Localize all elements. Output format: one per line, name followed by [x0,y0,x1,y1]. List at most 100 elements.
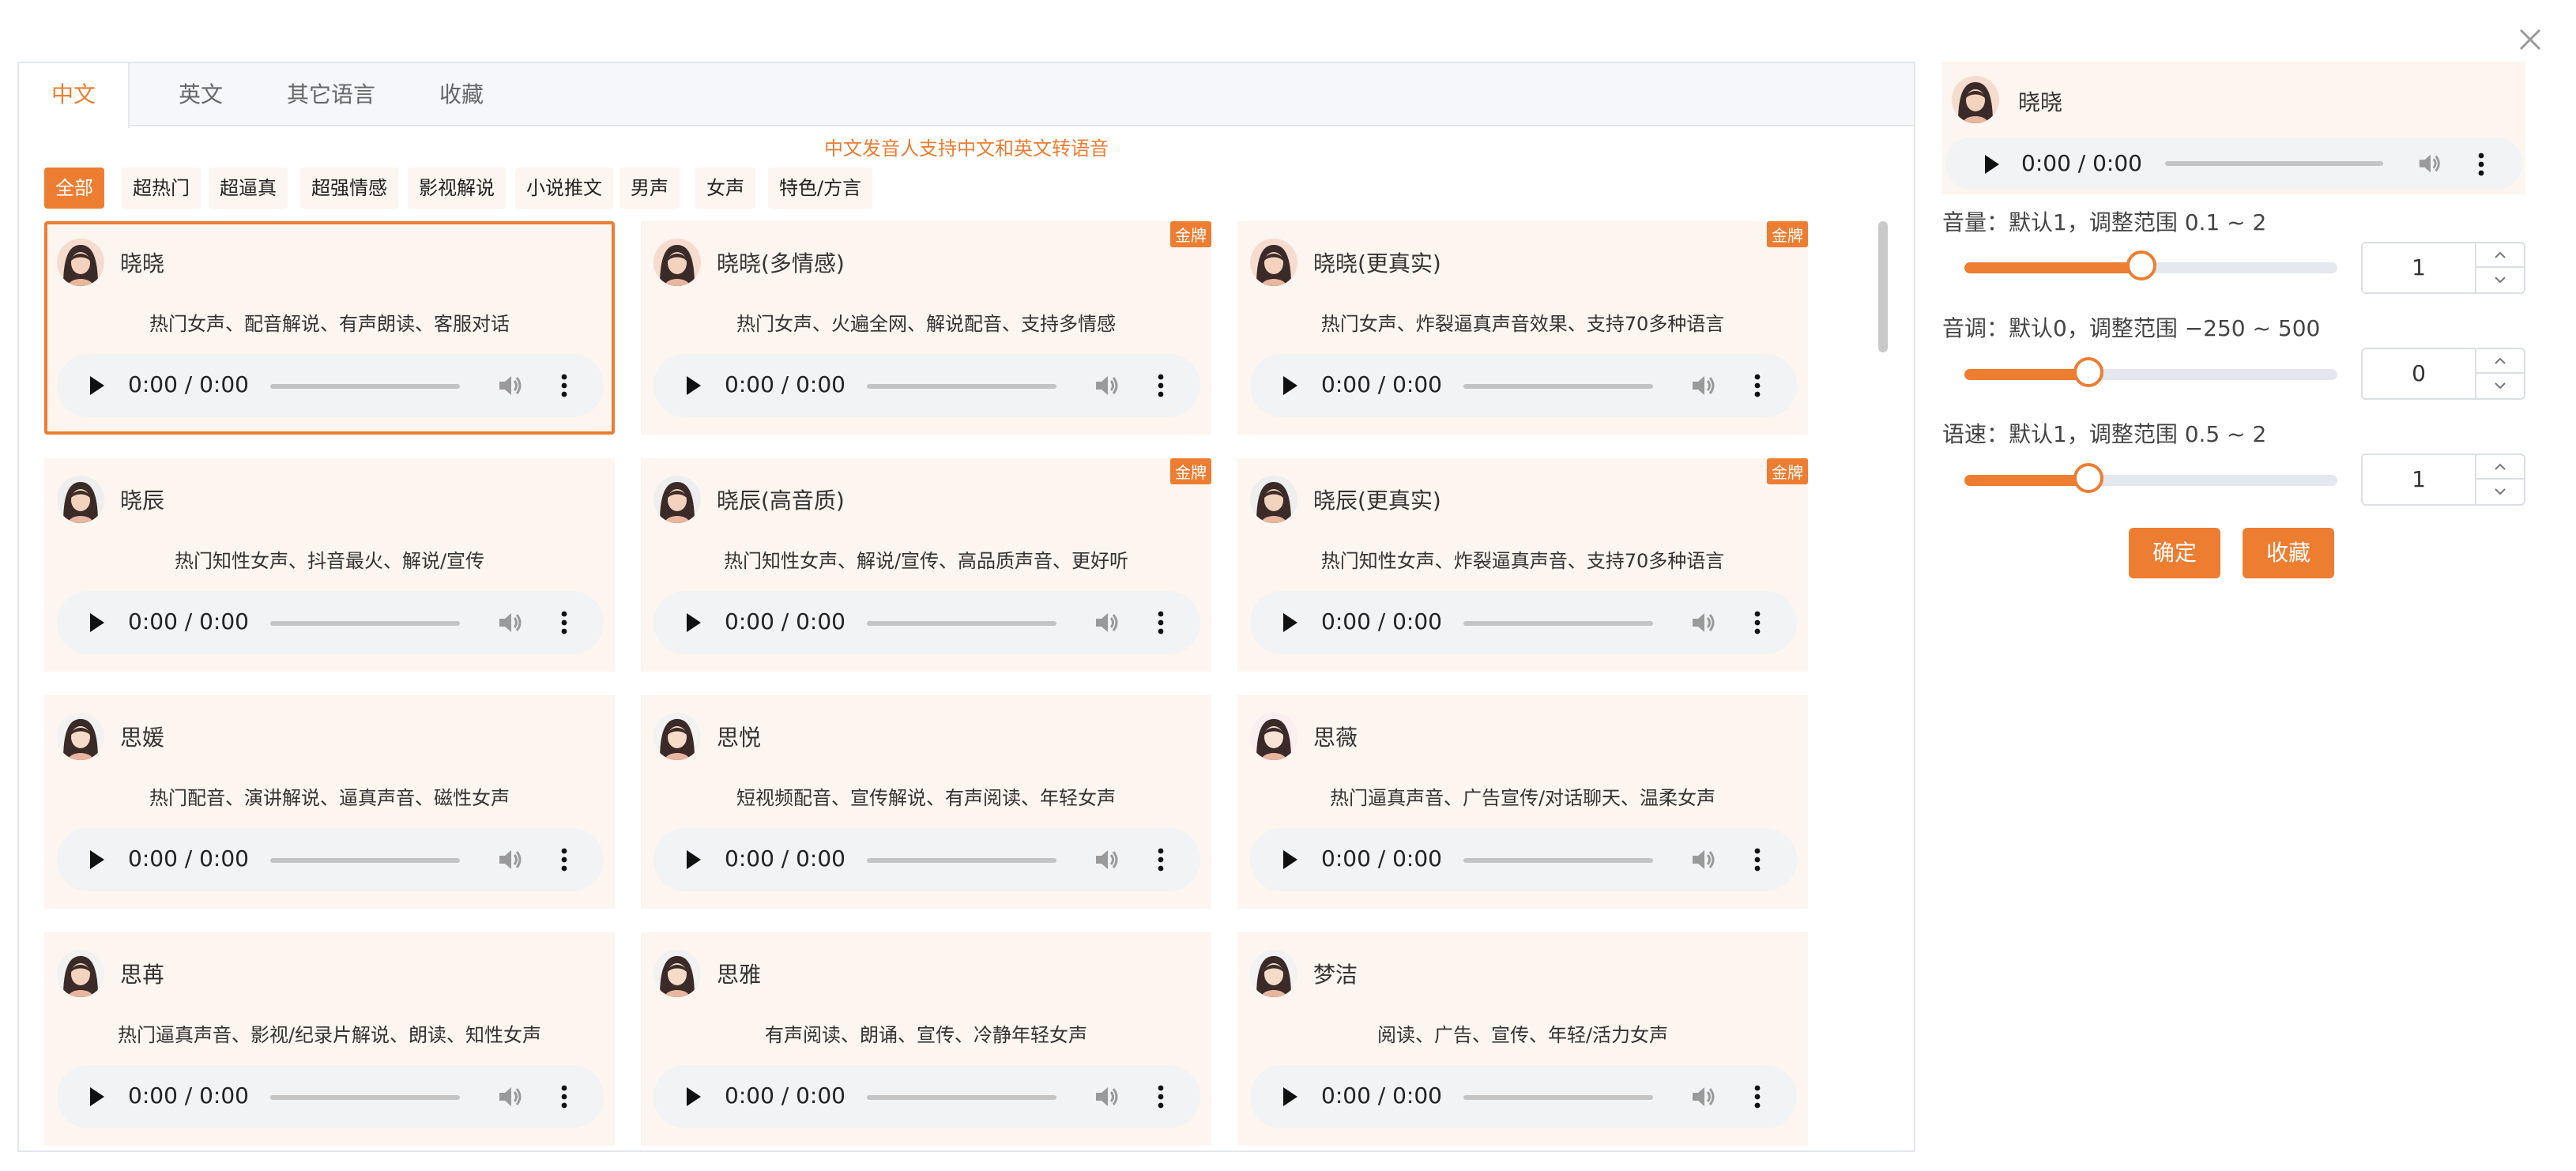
voice-card[interactable]: 思悦 短视频配音、宣传解说、有声阅读、年轻女声 0:00 / 0:00 [641,695,1211,909]
audio-player[interactable]: 0:00 / 0:00 [653,354,1200,417]
audio-progress-track[interactable] [867,1095,1056,1100]
pitch-increase-button[interactable] [2476,349,2524,374]
play-icon[interactable] [1279,612,1301,634]
pitch-stepper[interactable]: 0 [2361,348,2525,400]
volume-icon[interactable] [496,371,525,400]
filter-film-commentary[interactable]: 影视解说 [408,168,506,209]
volume-icon[interactable] [1689,845,1718,874]
audio-progress-track[interactable] [1463,858,1653,863]
filter-dialect[interactable]: 特色/方言 [768,168,873,209]
audio-player[interactable]: 0:00 / 0:00 [1250,354,1797,417]
filter-super-hot[interactable]: 超热门 [122,168,201,209]
more-vertical-icon[interactable] [1753,373,1762,398]
tab-chinese[interactable]: 中文 [19,63,130,128]
play-icon[interactable] [85,612,107,634]
filter-all[interactable]: 全部 [44,168,104,209]
filter-male[interactable]: 男声 [620,168,680,209]
pitch-slider[interactable] [1964,357,2337,387]
filter-emotional[interactable]: 超强情感 [300,168,398,209]
volume-icon[interactable] [496,1083,525,1111]
audio-progress-track[interactable] [1463,384,1653,389]
audio-progress-track[interactable] [867,858,1056,863]
volume-stepper[interactable]: 1 [2361,242,2525,294]
voice-card[interactable]: 晓晓(多情感) 金牌 热门女声、火遍全网、解说配音、支持多情感 0:00 / 0:00 [641,221,1211,435]
voice-card[interactable]: 晓辰(高音质) 金牌 热门知性女声、解说/宣传、高品质声音、更好听 0:00 / 0:… [641,458,1211,672]
more-vertical-icon[interactable] [1753,610,1762,635]
audio-progress-track[interactable] [270,858,460,863]
more-vertical-icon[interactable] [559,373,569,398]
audio-player[interactable]: 0:00 / 0:00 [653,828,1200,891]
audio-player[interactable]: 0:00 / 0:00 [57,354,604,417]
more-vertical-icon[interactable] [1753,1084,1762,1109]
voice-card[interactable]: 思苒 热门逼真声音、影视/纪录片解说、朗读、知性女声 0:00 / 0:00 [44,932,615,1146]
volume-decrease-button[interactable] [2476,268,2524,292]
volume-icon[interactable] [1093,608,1121,637]
speed-stepper[interactable]: 1 [2361,454,2525,506]
more-vertical-icon[interactable] [1753,847,1762,872]
speed-increase-button[interactable] [2476,455,2524,480]
volume-increase-button[interactable] [2476,243,2524,268]
audio-player[interactable]: 0:00 / 0:00 [57,1065,604,1128]
audio-player[interactable]: 0:00 / 0:00 [57,591,604,654]
pitch-value[interactable]: 0 [2363,349,2475,398]
audio-player[interactable]: 0:00 / 0:00 [1250,1065,1797,1128]
more-vertical-icon[interactable] [1156,1084,1166,1109]
volume-icon[interactable] [496,608,525,637]
play-icon[interactable] [1279,1086,1301,1108]
tab-english[interactable]: 英文 [137,63,264,126]
play-icon[interactable] [1279,375,1301,397]
volume-slider-thumb[interactable] [2126,250,2157,281]
volume-slider[interactable] [1964,250,2337,281]
volume-icon[interactable] [1689,371,1718,400]
close-icon[interactable] [2514,24,2546,55]
play-icon[interactable] [85,1086,107,1108]
volume-icon[interactable] [1093,1083,1121,1111]
volume-icon[interactable] [496,845,525,874]
tab-other-languages[interactable]: 其它语言 [264,63,398,126]
voice-card[interactable]: 晓晓 热门女声、配音解说、有声朗读、客服对话 0:00 / 0:00 [44,221,615,435]
play-icon[interactable] [1279,849,1301,871]
audio-player[interactable]: 0:00 / 0:00 [653,591,1200,654]
more-vertical-icon[interactable] [559,1084,569,1109]
favorite-button[interactable]: 收藏 [2243,528,2335,578]
voice-card[interactable]: 思媛 热门配音、演讲解说、逼真声音、磁性女声 0:00 / 0:00 [44,695,615,909]
audio-progress-track[interactable] [270,1095,460,1100]
volume-value[interactable]: 1 [2363,243,2475,292]
volume-icon[interactable] [1689,608,1718,637]
filter-female[interactable]: 女声 [695,168,755,209]
audio-player[interactable]: 0:00 / 0:00 [1250,828,1797,891]
selected-audio-player[interactable]: 0:00 / 0:00 [1945,137,2522,190]
confirm-button[interactable]: 确定 [2129,528,2221,578]
more-vertical-icon[interactable] [559,847,569,872]
more-vertical-icon[interactable] [559,610,569,635]
scrollbar-thumb[interactable] [1878,221,1888,352]
speed-slider[interactable] [1964,463,2337,493]
play-icon[interactable] [682,375,704,397]
volume-icon[interactable] [1093,845,1121,874]
audio-progress-track[interactable] [270,384,460,389]
play-icon[interactable] [85,849,107,871]
volume-icon[interactable] [1689,1083,1718,1111]
filter-novel[interactable]: 小说推文 [515,168,613,209]
audio-progress-track[interactable] [270,621,460,626]
play-icon[interactable] [682,612,704,634]
voice-card[interactable]: 晓辰 热门知性女声、抖音最火、解说/宣传 0:00 / 0:00 [44,458,615,672]
pitch-slider-thumb[interactable] [2073,357,2104,387]
play-icon[interactable] [682,1086,704,1108]
volume-icon[interactable] [2416,150,2443,177]
more-vertical-icon[interactable] [1156,847,1166,872]
more-vertical-icon[interactable] [1156,373,1166,398]
audio-progress-track[interactable] [867,621,1056,626]
audio-progress-track[interactable] [867,384,1056,389]
voice-card[interactable]: 思薇 热门逼真声音、广告宣传/对话聊天、温柔女声 0:00 / 0:00 [1237,695,1808,909]
audio-progress-track[interactable] [1463,621,1653,626]
play-icon[interactable] [1980,153,2002,175]
voice-card[interactable]: 晓辰(更真实) 金牌 热门知性女声、炸裂逼真声音、支持70多种语言 0:00 / 0:… [1237,458,1808,672]
voice-card[interactable]: 思雅 有声阅读、朗诵、宣传、冷静年轻女声 0:00 / 0:00 [641,932,1211,1146]
volume-icon[interactable] [1093,371,1121,400]
voice-card[interactable]: 梦洁 阅读、广告、宣传、年轻/活力女声 0:00 / 0:00 [1237,932,1808,1146]
tab-favorites[interactable]: 收藏 [398,63,525,126]
audio-player[interactable]: 0:00 / 0:00 [57,828,604,891]
more-vertical-icon[interactable] [1156,610,1166,635]
play-icon[interactable] [682,849,704,871]
